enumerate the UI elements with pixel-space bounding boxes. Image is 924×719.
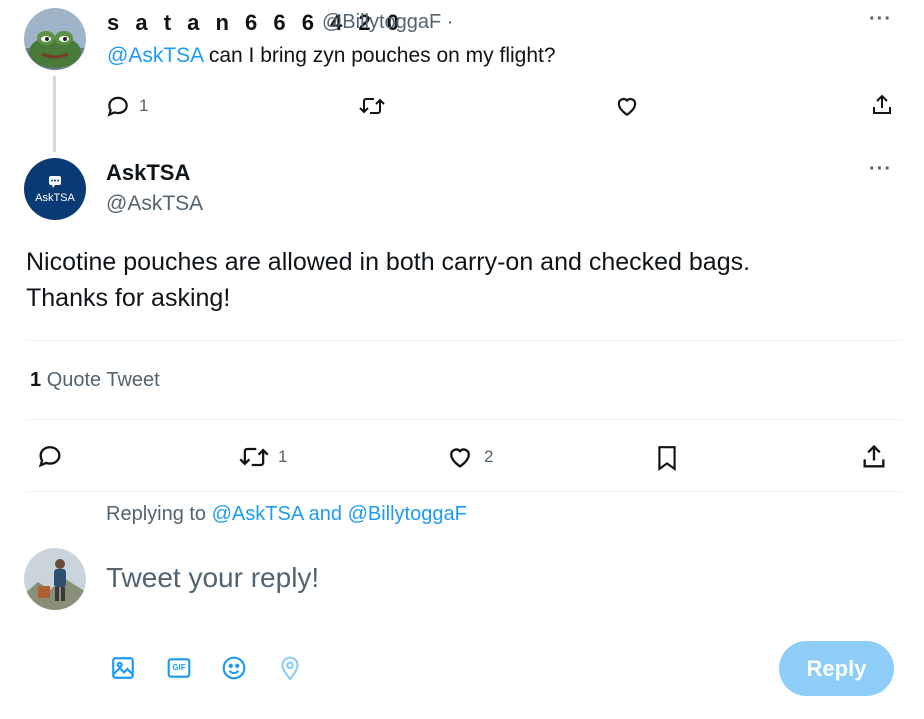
emoji-icon	[222, 656, 246, 680]
parent-reply-button[interactable]: 1	[105, 93, 148, 119]
main-share-button[interactable]	[860, 442, 888, 472]
parent-tweet-text: @AskTSA can I bring zyn pouches on my fl…	[107, 44, 556, 68]
asktsa-avatar[interactable]: AskTSA	[24, 158, 86, 220]
parent-avatar[interactable]	[24, 8, 86, 70]
quote-count: 1	[30, 369, 42, 391]
user-avatar[interactable]	[24, 548, 86, 610]
main-tweet-line1: Nicotine pouches are allowed in both car…	[26, 248, 751, 276]
heart-icon	[450, 448, 470, 468]
replying-to: Replying to @AskTSA and @BillytoggaF	[106, 503, 467, 526]
main-retweet-count: 1	[278, 447, 288, 466]
reply-input[interactable]: Tweet your reply!	[106, 562, 319, 594]
main-like-button[interactable]: 2	[444, 443, 493, 471]
main-retweet-button[interactable]: 1	[238, 443, 287, 471]
heart-icon	[617, 97, 637, 116]
gif-label: GIF	[172, 663, 186, 672]
asktsa-avatar-text: AskTSA	[35, 192, 75, 204]
main-display-name[interactable]: AskTSA	[106, 160, 190, 186]
divider	[26, 491, 900, 492]
parent-retweet-button[interactable]	[358, 93, 386, 119]
divider	[26, 340, 900, 341]
emoji-button[interactable]	[221, 655, 247, 681]
reply-submit-button[interactable]: Reply	[779, 641, 894, 696]
location-icon	[281, 656, 299, 681]
quote-tweets-link[interactable]: 1 Quote Tweet	[30, 369, 160, 392]
share-icon	[863, 444, 885, 468]
parent-tweet-body: can I bring zyn pouches on my flight?	[203, 44, 556, 67]
divider	[26, 419, 900, 420]
reply-icon	[38, 446, 61, 468]
replying-mention-asktsa[interactable]: @AskTSA	[212, 503, 303, 525]
main-like-count: 2	[484, 447, 494, 466]
retweet-icon	[359, 98, 385, 114]
quote-label: Quote Tweet	[46, 369, 160, 391]
replying-mention-billy[interactable]: @BillytoggaF	[348, 503, 467, 525]
bookmark-button[interactable]	[654, 443, 680, 473]
retweet-icon	[239, 447, 269, 467]
replying-prefix: Replying to	[106, 503, 207, 525]
parent-handle[interactable]: @BillytoggaF ·	[322, 11, 453, 34]
main-reply-button[interactable]	[36, 442, 64, 470]
gif-button[interactable]: GIF	[166, 655, 192, 681]
main-handle[interactable]: @AskTSA	[106, 192, 203, 216]
parent-reply-count: 1	[139, 96, 149, 115]
parent-share-button[interactable]	[870, 92, 894, 118]
reply-icon	[107, 96, 128, 117]
main-tweet-text: Nicotine pouches are allowed in both car…	[26, 244, 886, 316]
image-icon	[112, 657, 134, 679]
main-more-button[interactable]: ···	[869, 158, 892, 181]
parent-mention-link[interactable]: @AskTSA	[107, 44, 203, 67]
share-icon	[873, 94, 891, 114]
location-button[interactable]	[277, 655, 303, 681]
parent-more-button[interactable]: ···	[869, 8, 892, 31]
main-tweet-line2: Thanks for asking!	[26, 284, 231, 312]
replying-and[interactable]: and	[309, 503, 342, 525]
parent-like-button[interactable]	[614, 93, 640, 119]
thread-line	[53, 76, 56, 152]
bookmark-icon	[658, 446, 676, 471]
media-button[interactable]	[110, 655, 136, 681]
